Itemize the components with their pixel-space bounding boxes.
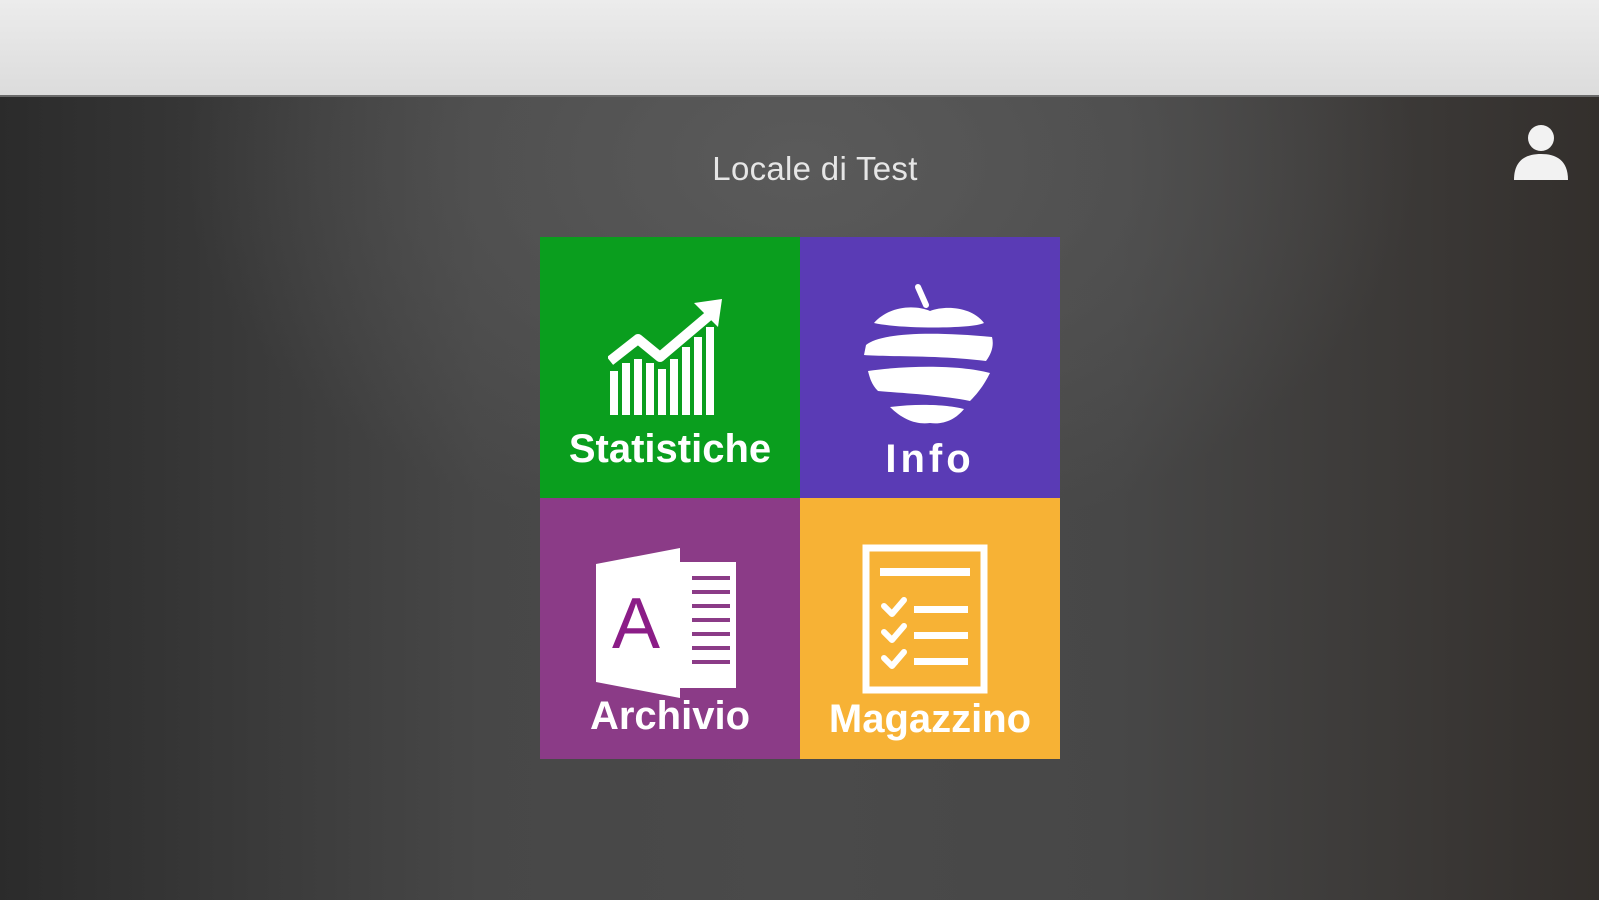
- user-icon: [1514, 125, 1568, 180]
- tile-statistiche[interactable]: Statistiche: [540, 237, 800, 498]
- tile-label-info: Info: [885, 437, 975, 481]
- document-icon: A: [596, 548, 736, 698]
- page-title: Locale di Test: [712, 150, 918, 187]
- apple-icon: [864, 284, 993, 424]
- tile-archivio[interactable]: A Archivio: [540, 498, 800, 759]
- tile-label-archivio: Archivio: [589, 694, 751, 738]
- chart-icon: [608, 299, 722, 415]
- user-button[interactable]: [1510, 124, 1572, 180]
- tile-info[interactable]: Info: [800, 237, 1060, 498]
- tile-label-magazzino: Magazzino: [828, 697, 1032, 741]
- top-bar: [0, 0, 1599, 97]
- tile-magazzino[interactable]: Magazzino: [800, 498, 1060, 759]
- tile-label-statistiche: Statistiche: [568, 427, 772, 471]
- tile-grid: Statistiche Info A Archivio Magazzino: [540, 237, 1060, 759]
- document-letter: A: [612, 584, 660, 664]
- checklist-icon: [862, 544, 988, 694]
